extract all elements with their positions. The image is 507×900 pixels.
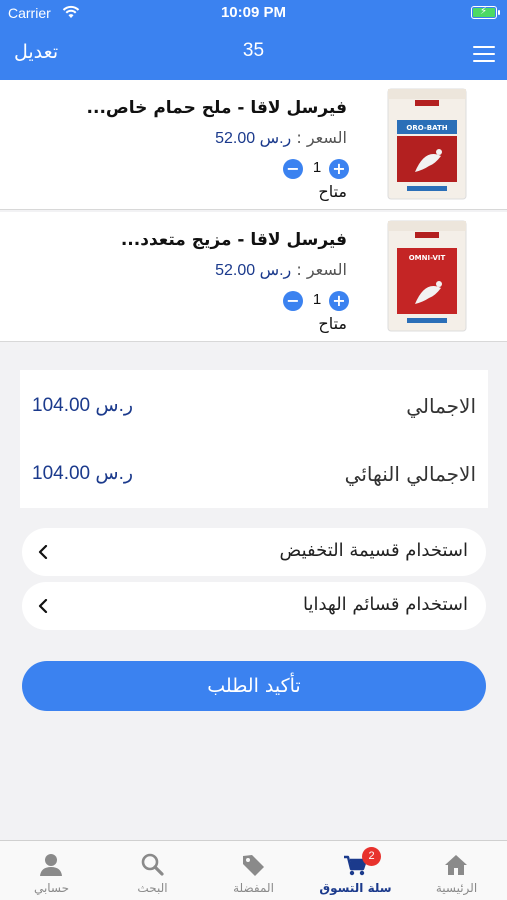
use-coupon-label: استخدام قسيمة التخفيض: [279, 540, 468, 561]
total-row: الاجمالي ر.س 104.00: [20, 386, 488, 426]
tab-search[interactable]: البحث: [102, 841, 203, 900]
tab-account[interactable]: حسابي: [1, 841, 102, 900]
tab-label: البحث: [137, 881, 168, 895]
tab-label: حسابي: [33, 881, 70, 895]
battery-icon: ⚡: [471, 6, 500, 19]
confirm-order-button[interactable]: تأكيد الطلب: [22, 661, 486, 711]
price-label: السعر :: [296, 128, 347, 147]
use-gift-voucher-button[interactable]: استخدام قسائم الهدايا: [22, 582, 486, 630]
chevron-left-icon: [38, 545, 48, 559]
price-value: ر.س 52.00: [215, 262, 292, 279]
cart-item[interactable]: ORO-BATH فيرسل لاقا - ملح حمام خاص... ال…: [0, 80, 507, 210]
tag-icon: [243, 855, 264, 876]
quantity-value: 1: [312, 159, 322, 176]
svg-text:OMNI-VIT: OMNI-VIT: [409, 254, 446, 262]
product-image: OMNI-VIT: [387, 220, 467, 332]
tab-label: الرئيسية: [435, 881, 478, 895]
price-label: السعر :: [296, 260, 347, 279]
tab-favorites[interactable]: المفضلة: [203, 841, 304, 900]
availability-label: متاح: [318, 182, 347, 201]
decrease-quantity-button[interactable]: −: [283, 291, 303, 311]
edit-button[interactable]: تعديل: [14, 41, 58, 63]
search-icon: [141, 853, 164, 876]
hamburger-menu-icon[interactable]: [473, 46, 495, 62]
cart-item-count: 35: [242, 40, 265, 61]
totals-card: الاجمالي ر.س 104.00 الاجمالي النهائي ر.س…: [20, 370, 488, 508]
chevron-left-icon: [38, 599, 48, 613]
home-icon: [445, 855, 467, 875]
price-row: السعر : ر.س 52.00: [215, 260, 347, 280]
cart-list: ORO-BATH فيرسل لاقا - ملح حمام خاص... ال…: [0, 80, 507, 342]
cart-item[interactable]: OMNI-VIT فيرسل لاقا - مزيج متعدد... السع…: [0, 212, 507, 342]
user-icon: [40, 854, 62, 876]
tab-label: المفضلة: [233, 881, 274, 895]
final-total-value: ر.س 104.00: [32, 463, 134, 484]
increase-quantity-button[interactable]: +: [329, 159, 349, 179]
tab-home[interactable]: الرئيسية: [406, 841, 507, 900]
total-value: ر.س 104.00: [32, 395, 134, 416]
product-name: فيرسل لاقا - مزيج متعدد...: [120, 230, 347, 250]
quantity-value: 1: [312, 291, 322, 308]
svg-text:ORO-BATH: ORO-BATH: [406, 124, 447, 132]
nav-bar: تعديل 35: [0, 28, 507, 80]
total-label: الاجمالي: [406, 394, 476, 418]
tab-cart[interactable]: 2 سلة التسوق: [305, 841, 406, 900]
cart-badge: 2: [362, 847, 381, 866]
price-row: السعر : ر.س 52.00: [215, 128, 347, 148]
clock: 10:09 PM: [220, 4, 287, 21]
availability-label: متاح: [318, 314, 347, 333]
increase-quantity-button[interactable]: +: [329, 291, 349, 311]
status-bar: Carrier 10:09 PM ⚡: [0, 0, 507, 28]
price-value: ر.س 52.00: [215, 130, 292, 147]
quantity-stepper: − 1 +: [283, 290, 349, 312]
tab-label: سلة التسوق: [319, 881, 392, 895]
tab-bar: الرئيسية 2 سلة التسوق المفضلة البحث حساب…: [0, 840, 507, 900]
use-coupon-button[interactable]: استخدام قسيمة التخفيض: [22, 528, 486, 576]
decrease-quantity-button[interactable]: −: [283, 159, 303, 179]
final-total-row: الاجمالي النهائي ر.س 104.00: [20, 454, 488, 494]
product-image: ORO-BATH: [387, 88, 467, 200]
use-gift-voucher-label: استخدام قسائم الهدايا: [302, 594, 468, 615]
final-total-label: الاجمالي النهائي: [344, 462, 476, 486]
quantity-stepper: − 1 +: [283, 158, 349, 180]
product-name: فيرسل لاقا - ملح حمام خاص...: [86, 98, 347, 118]
